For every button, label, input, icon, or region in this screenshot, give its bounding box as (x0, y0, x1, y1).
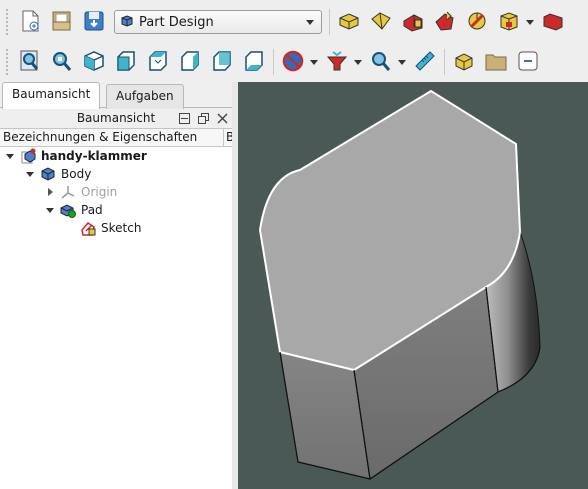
document-label: handy-klammer (41, 149, 147, 163)
dock-title-buttons (176, 110, 230, 126)
origin-icon (60, 184, 76, 200)
collapse-icon[interactable] (176, 110, 192, 126)
column-header-b[interactable]: B (224, 129, 232, 146)
create-part-icon (369, 9, 393, 36)
chevron-down-icon[interactable] (354, 60, 362, 65)
create-sketch-icon (401, 9, 425, 36)
toolbar-separator (444, 49, 445, 75)
pad-icon (541, 9, 565, 36)
save-document-button[interactable] (78, 6, 110, 38)
rear-view-icon (210, 49, 234, 76)
model-tree: Bezeichnungen & Eigenschaften B handy-kl… (0, 128, 232, 489)
validate-sketch-button[interactable] (429, 6, 461, 38)
freecad-window: Part Design Baumansicht Aufgaben Baumans… (0, 0, 588, 489)
pad-button[interactable] (537, 6, 569, 38)
top-view-button[interactable] (142, 46, 174, 78)
tree-item-origin[interactable]: Origin (44, 183, 117, 201)
fit-selection-button[interactable] (46, 46, 78, 78)
chevron-down-icon[interactable] (526, 20, 534, 25)
create-body-button[interactable] (333, 6, 365, 38)
chevron-down-icon[interactable] (398, 60, 406, 65)
chevron-down-icon[interactable] (24, 168, 36, 180)
create-part-container-button[interactable] (448, 46, 480, 78)
group-icon (484, 49, 508, 76)
create-body-icon (337, 9, 361, 36)
bottom-view-icon (242, 49, 266, 76)
draw-style-button[interactable] (277, 46, 321, 78)
create-link-button[interactable] (512, 46, 544, 78)
std-views-menu-icon (325, 49, 349, 76)
isometric-view-button[interactable] (78, 46, 110, 78)
close-icon[interactable] (214, 110, 230, 126)
toolbar-grip[interactable] (6, 49, 11, 75)
zoom-menu-button[interactable] (365, 46, 409, 78)
tree-item-pad[interactable]: Pad (44, 201, 103, 219)
std-views-menu-button[interactable] (321, 46, 365, 78)
measure-button[interactable] (409, 46, 441, 78)
chevron-right-icon[interactable] (44, 186, 56, 198)
top-view-icon (146, 49, 170, 76)
part-icon (452, 49, 476, 76)
tree-item-sketch[interactable]: Sketch (80, 219, 141, 237)
combo-view-tabbar: Baumansicht Aufgaben (0, 82, 232, 109)
fit-all-button[interactable] (14, 46, 46, 78)
column-header-labels[interactable]: Bezeichnungen & Eigenschaften (0, 129, 224, 146)
tree-item-document[interactable]: handy-klammer (4, 147, 147, 165)
pad-label: Pad (81, 203, 103, 217)
toolbar-separator (329, 9, 330, 35)
chevron-down-icon (306, 20, 314, 25)
workbench-selector[interactable]: Part Design (114, 10, 322, 34)
pad-feature-icon (60, 202, 76, 218)
sketch-label: Sketch (101, 221, 142, 235)
origin-label: Origin (81, 185, 118, 199)
right-view-icon (178, 49, 202, 76)
create-primitive-button[interactable] (493, 6, 537, 38)
new-document-button[interactable] (14, 6, 46, 38)
draw-style-icon (281, 49, 305, 76)
toolbar-file-workbench: Part Design (0, 3, 588, 41)
create-sketch-button[interactable] (397, 6, 429, 38)
isometric-view-icon (82, 49, 106, 76)
3d-viewport[interactable] (238, 82, 588, 489)
create-part-button[interactable] (365, 6, 397, 38)
float-icon[interactable] (195, 110, 211, 126)
sketch-icon (80, 220, 96, 236)
right-view-button[interactable] (174, 46, 206, 78)
rear-view-button[interactable] (206, 46, 238, 78)
body-label: Body (61, 167, 92, 181)
new-document-icon (18, 9, 42, 36)
attach-sketch-icon (465, 9, 489, 36)
tab-aufgaben[interactable]: Aufgaben (106, 84, 184, 109)
open-document-button[interactable] (46, 6, 78, 38)
part-design-icon (120, 14, 134, 31)
toolbar-view (0, 43, 588, 81)
open-document-icon (50, 9, 74, 36)
tree-header: Bezeichnungen & Eigenschaften B (0, 129, 232, 147)
workbench-label: Part Design (139, 14, 214, 30)
front-view-icon (114, 49, 138, 76)
link-icon (516, 49, 540, 76)
chevron-down-icon[interactable] (4, 150, 16, 162)
3d-model-view[interactable] (238, 82, 588, 489)
attach-sketch-button[interactable] (461, 6, 493, 38)
save-document-icon (82, 9, 106, 36)
chevron-down-icon[interactable] (310, 60, 318, 65)
fit-all-icon (18, 49, 42, 76)
fit-selection-icon (50, 49, 74, 76)
zoom-icon (369, 49, 393, 76)
bottom-view-button[interactable] (238, 46, 270, 78)
body-icon (40, 166, 56, 182)
measure-icon (413, 49, 437, 76)
box-icon (497, 9, 521, 36)
combo-view-panel: Baumansicht Aufgaben Baumansicht Bezeich… (0, 82, 232, 489)
front-view-button[interactable] (110, 46, 142, 78)
tab-baumansicht[interactable]: Baumansicht (2, 82, 101, 109)
create-group-button[interactable] (480, 46, 512, 78)
validate-sketch-icon (433, 9, 457, 36)
tree-item-body[interactable]: Body (24, 165, 91, 183)
document-icon (20, 148, 36, 164)
toolbar-grip[interactable] (6, 9, 11, 35)
chevron-down-icon[interactable] (44, 204, 56, 216)
toolbar-separator (273, 49, 274, 75)
